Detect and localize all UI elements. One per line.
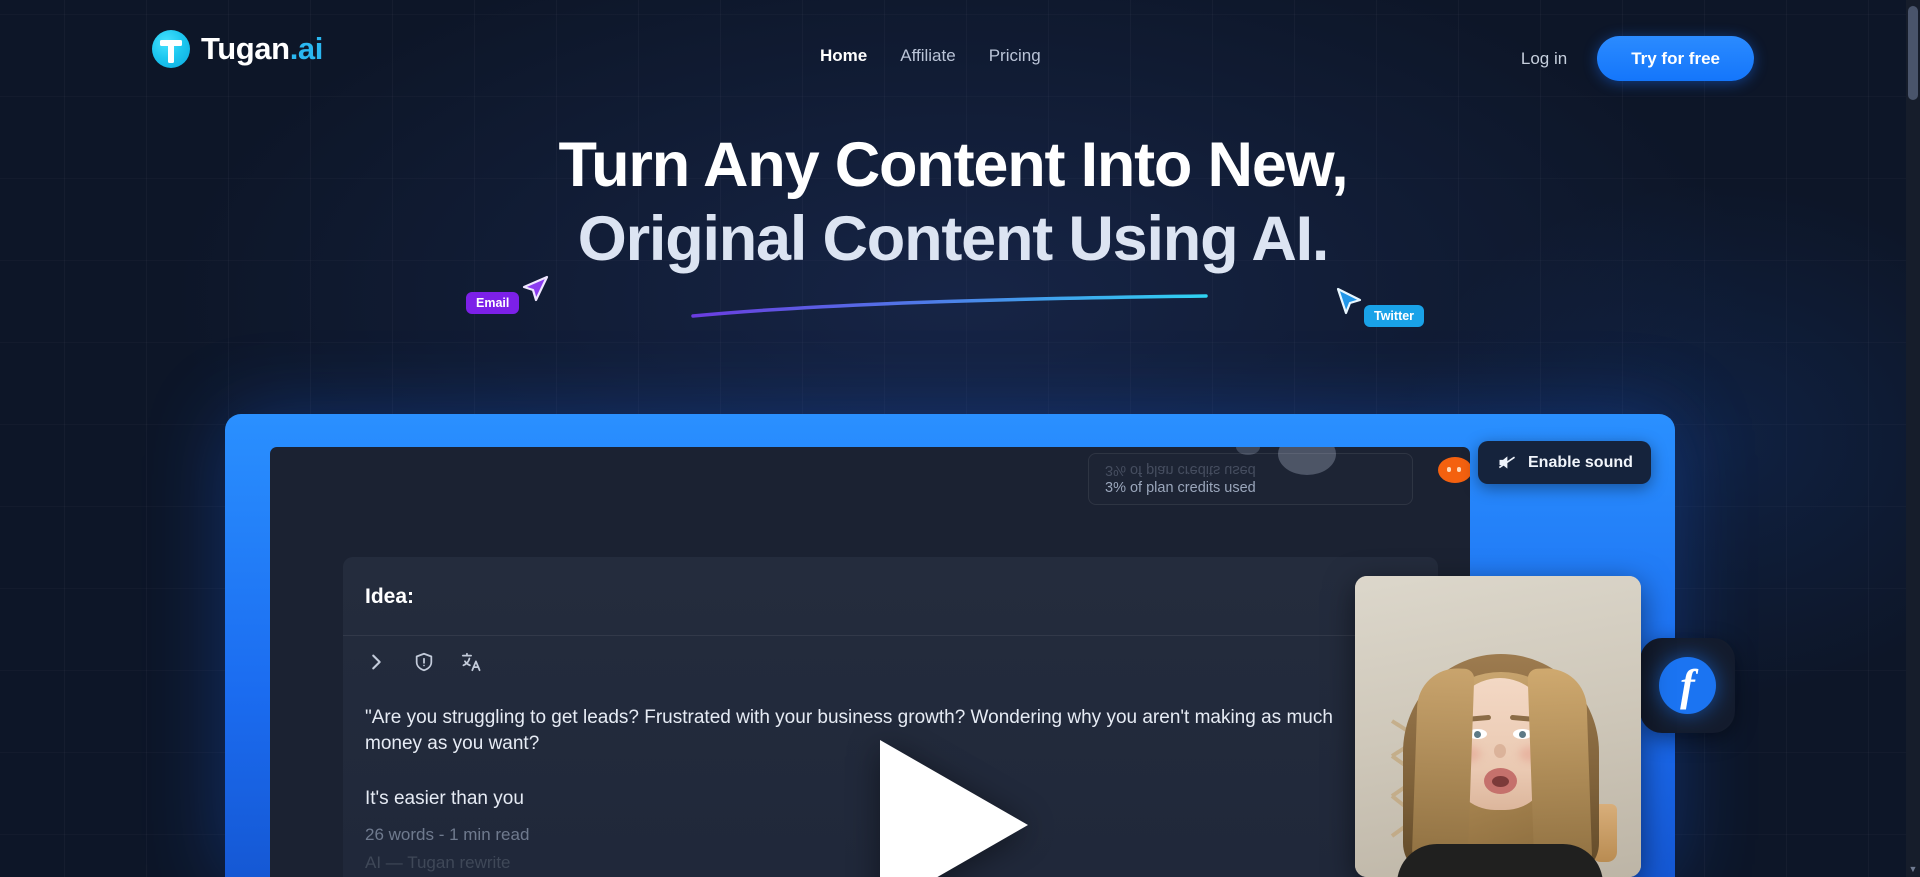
facebook-icon: f bbox=[1659, 657, 1716, 714]
headline-line-1: Turn Any Content Into New, bbox=[558, 130, 1349, 200]
speaker-muted-icon bbox=[1498, 456, 1516, 469]
nav-item-pricing[interactable]: Pricing bbox=[989, 46, 1041, 66]
app-topbar: 3% of plan credits used 3% of plan credi… bbox=[270, 447, 1470, 511]
enable-sound-label: Enable sound bbox=[1528, 453, 1633, 471]
chevron-right-icon[interactable] bbox=[365, 651, 387, 673]
site-header: Tugan.ai Home Affiliate Pricing Log in T… bbox=[0, 0, 1906, 96]
presenter-nose bbox=[1494, 744, 1506, 758]
idea-body-paragraph-1: "Are you struggling to get leads? Frustr… bbox=[365, 707, 1333, 754]
plan-credits-text: 3% of plan credits used bbox=[1105, 480, 1256, 496]
page-scrollbar[interactable]: ▲ ▼ bbox=[1906, 0, 1920, 877]
page-title: Turn Any Content Into New, Original Cont… bbox=[0, 128, 1906, 277]
facebook-letter: f bbox=[1680, 661, 1695, 710]
presenter-pupil-right bbox=[1519, 731, 1526, 738]
nav-item-home[interactable]: Home bbox=[820, 46, 867, 66]
idea-card-meta-secondary: AI — Tugan rewrite bbox=[365, 853, 511, 872]
try-for-free-button[interactable]: Try for free bbox=[1597, 36, 1754, 81]
idea-card-toolbar bbox=[365, 651, 483, 673]
enable-sound-button[interactable]: Enable sound bbox=[1478, 441, 1651, 484]
presenter-mouth-inner bbox=[1492, 776, 1509, 787]
logo-brand-name: Tugan bbox=[201, 31, 290, 66]
login-link[interactable]: Log in bbox=[1521, 49, 1567, 69]
avatar[interactable] bbox=[1438, 457, 1470, 483]
logo-text: Tugan.ai bbox=[201, 31, 323, 67]
play-triangle-icon[interactable] bbox=[880, 740, 1028, 877]
cursor-arrow-icon-email bbox=[522, 275, 549, 302]
presenter-pupil-left bbox=[1474, 731, 1481, 738]
divider bbox=[343, 635, 1438, 636]
app-screenshot: 3% of plan credits used 3% of plan credi… bbox=[270, 447, 1470, 877]
idea-card-body: "Are you struggling to get leads? Frustr… bbox=[365, 705, 1385, 812]
shield-alert-icon[interactable] bbox=[413, 651, 435, 673]
scrollbar-thumb[interactable] bbox=[1908, 6, 1918, 100]
idea-card-title: Idea: bbox=[365, 585, 415, 608]
plan-credits-reflection: 3% of plan credits used bbox=[1105, 462, 1256, 478]
cursor-arrow-icon-twitter bbox=[1336, 287, 1362, 315]
headline-line-2: Original Content Using AI. bbox=[577, 204, 1330, 275]
badge-email[interactable]: Email bbox=[466, 292, 520, 314]
nav-item-affiliate[interactable]: Affiliate bbox=[900, 46, 955, 66]
plan-credits-pill: 3% of plan credits used 3% of plan credi… bbox=[1088, 453, 1413, 505]
logo[interactable]: Tugan.ai bbox=[152, 30, 323, 68]
hero-section: Turn Any Content Into New, Original Cont… bbox=[0, 128, 1906, 277]
idea-body-paragraph-2: It's easier than you bbox=[365, 788, 524, 810]
logo-brand-suffix: .ai bbox=[289, 31, 324, 66]
facebook-card[interactable]: f bbox=[1640, 638, 1735, 733]
idea-card-meta: 26 words - 1 min read bbox=[365, 825, 530, 844]
scrollbar-down-arrow[interactable]: ▼ bbox=[1908, 863, 1918, 875]
tugan-logo-mark-icon bbox=[152, 30, 190, 68]
presenter-hair-front-right bbox=[1527, 667, 1593, 874]
main-navigation: Home Affiliate Pricing bbox=[820, 46, 1041, 66]
presenter-hair-front-left bbox=[1411, 667, 1475, 869]
headline-underline-swoosh bbox=[691, 294, 1208, 318]
presenter-shirt bbox=[1397, 844, 1603, 877]
header-actions: Log in Try for free bbox=[1521, 36, 1754, 81]
presenter-webcam-overlay[interactable] bbox=[1355, 576, 1641, 877]
translate-icon[interactable] bbox=[461, 651, 483, 673]
badge-twitter[interactable]: Twitter bbox=[1364, 305, 1425, 327]
